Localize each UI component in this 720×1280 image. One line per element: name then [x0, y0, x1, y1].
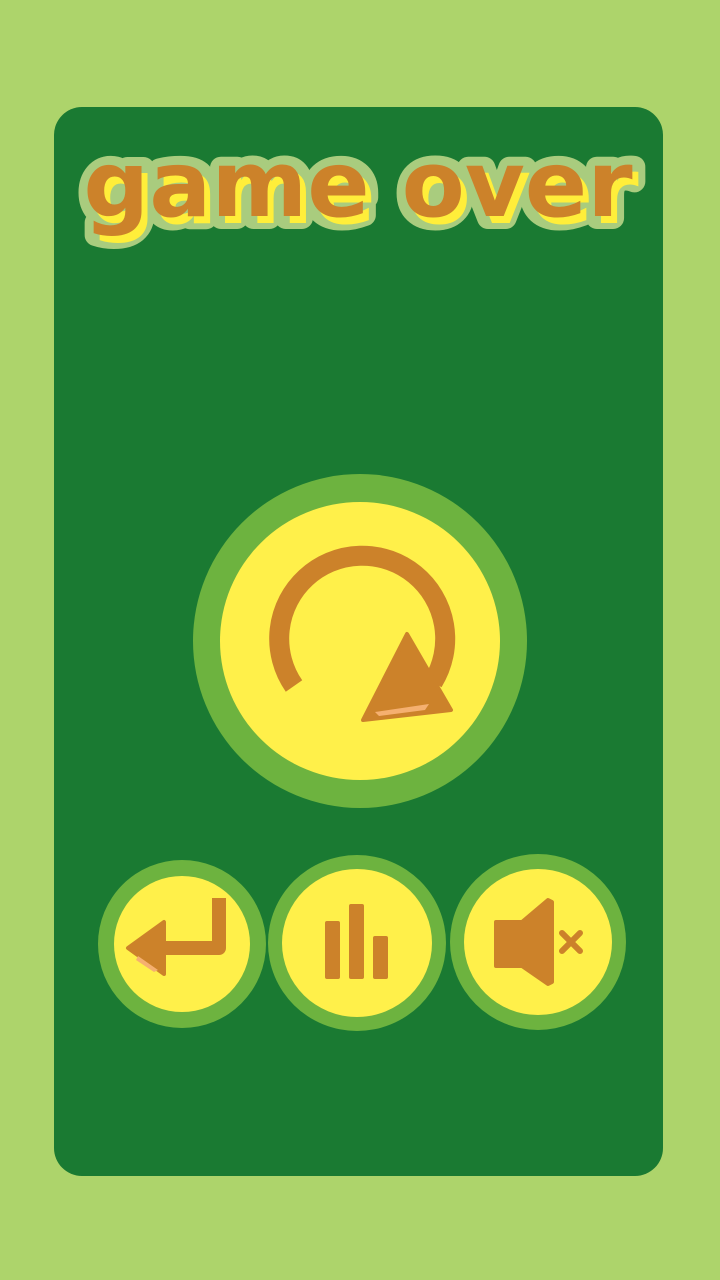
- sound-toggle-button[interactable]: [450, 854, 626, 1030]
- title-container: game over game over game over: [0, 0, 720, 260]
- sound-button-graphic: [464, 869, 612, 1015]
- exit-button[interactable]: [98, 860, 266, 1028]
- game-over-title: game over: [83, 131, 633, 238]
- exit-button-graphic: [114, 876, 250, 1012]
- replay-button[interactable]: [193, 474, 527, 808]
- leaderboard-button-graphic: [282, 869, 432, 1017]
- replay-button-graphic: [220, 502, 500, 780]
- replay-button-face: [220, 502, 500, 780]
- game-over-screen: game over game over game over: [0, 0, 720, 1280]
- leaderboard-button[interactable]: [268, 855, 446, 1031]
- title-graphic: game over game over game over: [74, 122, 646, 251]
